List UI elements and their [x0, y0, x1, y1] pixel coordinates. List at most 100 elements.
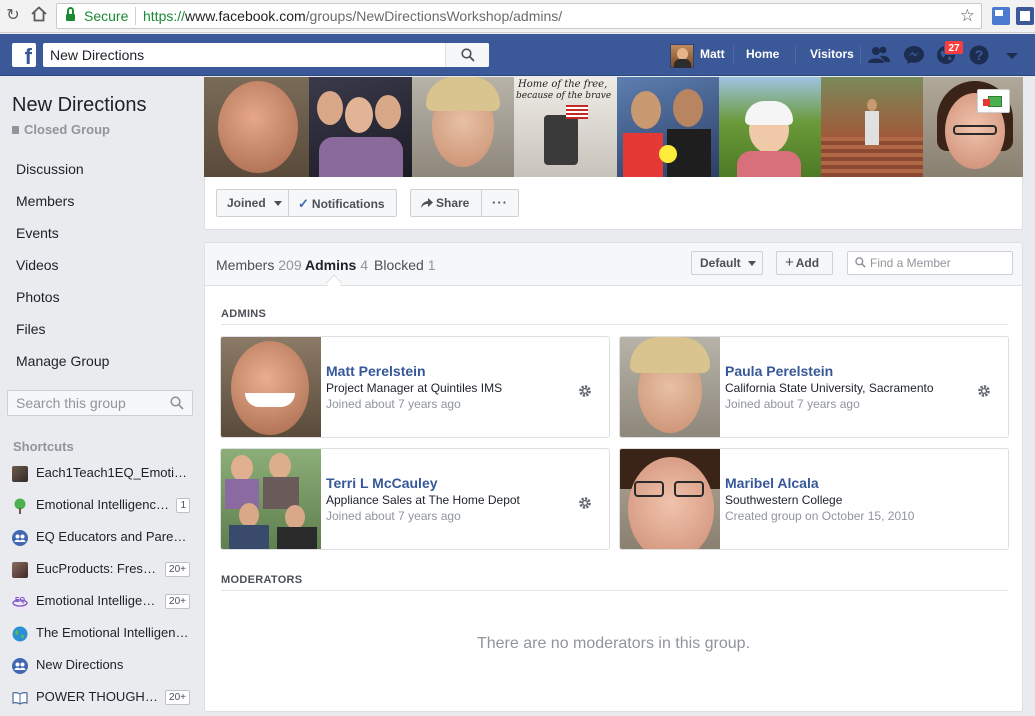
search-input[interactable] [43, 43, 445, 67]
cover-photo-tile [412, 77, 514, 177]
admin-school: Southwestern College [725, 493, 843, 507]
shortcut-item[interactable]: EucProducts: Fresh Ideas 20+ [12, 560, 190, 580]
sort-dropdown[interactable]: Default [691, 251, 763, 275]
unread-count-badge: 20+ [165, 690, 190, 705]
admin-job: California State University, Sacramento [725, 381, 934, 395]
globe-icon [12, 626, 28, 642]
search-icon [855, 257, 866, 268]
admin-job: Project Manager at Quintiles IMS [326, 381, 503, 395]
admin-name-link[interactable]: Matt Perelstein [326, 363, 426, 379]
address-bar[interactable]: Secure https://www.facebook.com/groups/N… [56, 3, 982, 29]
avatar[interactable] [221, 449, 321, 549]
shortcut-item[interactable]: Each1Teach1EQ_Emotional Intelligence [12, 464, 190, 484]
help-icon[interactable]: ? [968, 44, 992, 66]
more-options-button[interactable]: ··· [492, 195, 508, 210]
members-panel: Members 209 Admins 4 Blocked 1 Default +… [204, 242, 1023, 712]
facebook-logo-icon[interactable]: f [12, 43, 36, 67]
sidebar-item-members[interactable]: Members [16, 193, 74, 209]
group-photo-icon [12, 562, 28, 578]
shortcut-item[interactable]: EQ Educators and Parents [12, 528, 190, 548]
notification-count-badge: 27 [944, 40, 964, 55]
unread-count-badge: 20+ [165, 594, 190, 609]
search-box[interactable] [43, 43, 489, 67]
tab-members[interactable]: Members 209 [216, 257, 302, 273]
url-text: https://www.facebook.com/groups/NewDirec… [143, 8, 563, 24]
shortcut-item[interactable]: EQ Emotional Intelligence Network 20+ [12, 592, 190, 612]
tree-icon [12, 498, 28, 514]
admin-card[interactable]: Matt Perelstein Project Manager at Quint… [220, 336, 610, 438]
admin-joined-date: Joined about 7 years ago [326, 397, 461, 411]
admin-card[interactable]: Maribel Alcala Southwestern College Crea… [619, 448, 1009, 550]
gear-icon[interactable] [578, 384, 592, 398]
browser-toolbar: ↻ Secure https://www.facebook.com/groups… [0, 0, 1035, 33]
moderators-section-title: MODERATORS [221, 574, 303, 586]
group-cover-photo[interactable]: Home of the free, because of the brave [204, 77, 1023, 177]
sidebar-item-discussion[interactable]: Discussion [16, 161, 84, 177]
find-member-box[interactable] [847, 251, 1013, 275]
messenger-icon[interactable] [902, 44, 926, 66]
lock-icon [12, 126, 19, 134]
cover-photo-tile [719, 77, 821, 177]
admin-card[interactable]: Terri L McCauley Appliance Sales at The … [220, 448, 610, 550]
extension-icon[interactable] [992, 7, 1010, 25]
reload-icon[interactable]: ↻ [2, 5, 24, 27]
sidebar-item-events[interactable]: Events [16, 225, 59, 241]
sidebar-item-videos[interactable]: Videos [16, 257, 59, 273]
visitors-link[interactable]: Visitors [810, 47, 854, 61]
group-search-input[interactable] [8, 391, 168, 415]
friend-requests-icon[interactable] [867, 44, 891, 66]
admin-name-link[interactable]: Paula Perelstein [725, 363, 833, 379]
admin-name-link[interactable]: Terri L McCauley [326, 475, 438, 491]
profile-link[interactable]: Matt [700, 47, 725, 61]
cover-photo-tile [309, 77, 412, 177]
tab-admins[interactable]: Admins 4 [305, 257, 368, 273]
tab-blocked[interactable]: Blocked 1 [374, 257, 436, 273]
eq-logo-icon: EQ [12, 594, 28, 610]
avatar[interactable] [221, 337, 321, 437]
sidebar-item-photos[interactable]: Photos [16, 289, 60, 305]
add-member-button[interactable]: + Add [776, 251, 833, 275]
find-member-input[interactable] [870, 252, 1010, 274]
sidebar-item-manage-group[interactable]: Manage Group [16, 353, 109, 369]
admins-section-title: ADMINS [221, 308, 267, 320]
book-icon [12, 690, 28, 706]
notifications-button[interactable]: ✓ Notifications [298, 196, 385, 212]
shortcut-item[interactable]: New Directions [12, 656, 190, 676]
search-button[interactable] [445, 43, 489, 67]
gear-icon[interactable] [578, 496, 592, 510]
avatar[interactable] [620, 449, 720, 549]
home-link[interactable]: Home [746, 47, 779, 61]
admin-name-link[interactable]: Maribel Alcala [725, 475, 819, 491]
gear-icon[interactable] [977, 384, 991, 398]
search-icon[interactable] [170, 396, 184, 410]
shortcut-item[interactable]: Emotional Intelligence Training 1 [12, 496, 190, 516]
bookmark-star-icon[interactable]: ☆ [960, 6, 975, 26]
chevron-down-icon [274, 201, 283, 207]
admin-job: Appliance Sales at The Home Depot [326, 493, 520, 507]
group-photo-icon [12, 466, 28, 482]
account-menu-chevron-down-icon[interactable] [1000, 44, 1024, 66]
check-icon: ✓ [298, 196, 309, 211]
plus-icon: + [785, 254, 794, 271]
secure-label: Secure [84, 8, 129, 24]
home-icon[interactable] [28, 5, 50, 27]
group-people-icon [12, 658, 28, 674]
admin-card[interactable]: Paula Perelstein California State Univer… [619, 336, 1009, 438]
shortcut-item[interactable]: POWER THOUGHTS 20+ [12, 688, 190, 708]
admin-created-date: Created group on October 15, 2010 [725, 509, 915, 523]
change-cover-photo-button[interactable] [977, 89, 1010, 113]
extension-icon-2[interactable] [1016, 7, 1034, 25]
members-tabs: Members 209 Admins 4 Blocked 1 Default +… [205, 243, 1022, 292]
chevron-down-icon [748, 261, 757, 267]
search-icon [461, 48, 475, 62]
avatar[interactable] [620, 337, 720, 437]
shortcuts-title: Shortcuts [13, 439, 74, 454]
group-search-box[interactable] [7, 390, 193, 416]
group-title[interactable]: New Directions [12, 94, 146, 117]
sidebar-item-files[interactable]: Files [16, 321, 46, 337]
admin-joined-date: Joined about 7 years ago [725, 397, 860, 411]
cover-photo-tile [617, 77, 719, 177]
shortcut-item[interactable]: The Emotional Intelligence Institute [12, 624, 190, 644]
no-moderators-message: There are no moderators in this group. [476, 635, 751, 652]
user-avatar[interactable] [670, 44, 694, 68]
